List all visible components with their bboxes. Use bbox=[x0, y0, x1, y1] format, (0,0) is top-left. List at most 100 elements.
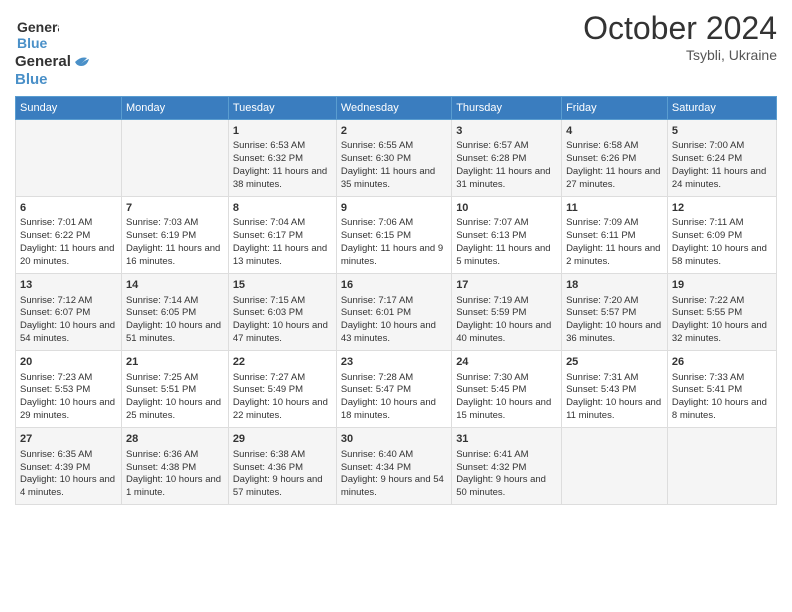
day-info: Sunrise: 7:12 AMSunset: 6:07 PMDaylight:… bbox=[20, 295, 117, 346]
day-cell: 4Sunrise: 6:58 AMSunset: 6:26 PMDaylight… bbox=[562, 119, 668, 196]
col-friday: Friday bbox=[562, 96, 668, 119]
month-title: October 2024 bbox=[583, 10, 777, 47]
day-number: 25 bbox=[566, 355, 663, 370]
day-number: 10 bbox=[456, 201, 557, 216]
day-number: 24 bbox=[456, 355, 557, 370]
day-info: Sunrise: 7:04 AMSunset: 6:17 PMDaylight:… bbox=[233, 217, 332, 268]
day-info: Sunrise: 7:06 AMSunset: 6:15 PMDaylight:… bbox=[341, 217, 447, 268]
day-number: 5 bbox=[672, 124, 772, 139]
day-cell: 26 Sunrise: 7:33 AMSunset: 5:41 PMDayligh… bbox=[667, 350, 776, 427]
day-info: Sunrise: 7:23 AMSunset: 5:53 PMDaylight:… bbox=[20, 372, 117, 423]
day-info: Sunrise: 6:57 AMSunset: 6:28 PMDaylight:… bbox=[456, 140, 557, 191]
day-number: 29 bbox=[233, 432, 332, 447]
svg-text:General: General bbox=[17, 19, 59, 35]
day-cell bbox=[562, 427, 668, 504]
day-number: 4 bbox=[566, 124, 663, 139]
day-cell: 7Sunrise: 7:03 AMSunset: 6:19 PMDaylight… bbox=[121, 196, 228, 273]
day-number: 1 bbox=[233, 124, 332, 139]
day-info: Sunrise: 6:35 AMSunset: 4:39 PMDaylight:… bbox=[20, 449, 117, 500]
week-row-4: 27Sunrise: 6:35 AMSunset: 4:39 PMDayligh… bbox=[16, 427, 777, 504]
col-wednesday: Wednesday bbox=[336, 96, 451, 119]
page-container: General Blue General Blue October 2024 T… bbox=[0, 0, 792, 515]
logo-general: General bbox=[15, 54, 71, 71]
day-info: Sunrise: 7:17 AMSunset: 6:01 PMDaylight:… bbox=[341, 295, 447, 346]
day-cell: 6Sunrise: 7:01 AMSunset: 6:22 PMDaylight… bbox=[16, 196, 122, 273]
day-info: Sunrise: 7:22 AMSunset: 5:55 PMDaylight:… bbox=[672, 295, 772, 346]
day-cell: 3Sunrise: 6:57 AMSunset: 6:28 PMDaylight… bbox=[452, 119, 562, 196]
day-cell: 12Sunrise: 7:11 AMSunset: 6:09 PMDayligh… bbox=[667, 196, 776, 273]
day-number: 26 bbox=[672, 355, 772, 370]
day-number: 30 bbox=[341, 432, 447, 447]
week-row-1: 6Sunrise: 7:01 AMSunset: 6:22 PMDaylight… bbox=[16, 196, 777, 273]
day-number: 28 bbox=[126, 432, 224, 447]
day-number: 9 bbox=[341, 201, 447, 216]
day-cell: 10Sunrise: 7:07 AMSunset: 6:13 PMDayligh… bbox=[452, 196, 562, 273]
day-info: Sunrise: 7:11 AMSunset: 6:09 PMDaylight:… bbox=[672, 217, 772, 268]
day-cell: 18Sunrise: 7:20 AMSunset: 5:57 PMDayligh… bbox=[562, 273, 668, 350]
day-info: Sunrise: 6:38 AMSunset: 4:36 PMDaylight:… bbox=[233, 449, 332, 500]
day-info: Sunrise: 7:01 AMSunset: 6:22 PMDaylight:… bbox=[20, 217, 117, 268]
col-tuesday: Tuesday bbox=[228, 96, 336, 119]
day-info: Sunrise: 7:25 AMSunset: 5:51 PMDaylight:… bbox=[126, 372, 224, 423]
day-number: 2 bbox=[341, 124, 447, 139]
day-cell: 2Sunrise: 6:55 AMSunset: 6:30 PMDaylight… bbox=[336, 119, 451, 196]
day-cell bbox=[16, 119, 122, 196]
day-info: Sunrise: 7:15 AMSunset: 6:03 PMDaylight:… bbox=[233, 295, 332, 346]
day-cell: 1Sunrise: 6:53 AMSunset: 6:32 PMDaylight… bbox=[228, 119, 336, 196]
title-block: October 2024 Tsybli, Ukraine bbox=[583, 10, 777, 63]
day-number: 6 bbox=[20, 201, 117, 216]
day-number: 31 bbox=[456, 432, 557, 447]
day-info: Sunrise: 6:53 AMSunset: 6:32 PMDaylight:… bbox=[233, 140, 332, 191]
day-cell: 27Sunrise: 6:35 AMSunset: 4:39 PMDayligh… bbox=[16, 427, 122, 504]
day-cell: 5Sunrise: 7:00 AMSunset: 6:24 PMDaylight… bbox=[667, 119, 776, 196]
day-cell: 21Sunrise: 7:25 AMSunset: 5:51 PMDayligh… bbox=[121, 350, 228, 427]
week-row-2: 13 Sunrise: 7:12 AMSunset: 6:07 PMDayligh… bbox=[16, 273, 777, 350]
day-cell: 30Sunrise: 6:40 AMSunset: 4:34 PMDayligh… bbox=[336, 427, 451, 504]
day-number: 19 bbox=[672, 278, 772, 293]
day-cell: 22 Sunrise: 7:27 AMSunset: 5:49 PMDayligh… bbox=[228, 350, 336, 427]
day-info: Sunrise: 7:33 AMSunset: 5:41 PMDaylight:… bbox=[672, 372, 772, 423]
day-cell: 17Sunrise: 7:19 AMSunset: 5:59 PMDayligh… bbox=[452, 273, 562, 350]
day-number: 20 bbox=[20, 355, 117, 370]
day-cell: 28 Sunrise: 6:36 AMSunset: 4:38 PMDayligh… bbox=[121, 427, 228, 504]
day-info: Sunrise: 7:03 AMSunset: 6:19 PMDaylight:… bbox=[126, 217, 224, 268]
day-cell: 13 Sunrise: 7:12 AMSunset: 6:07 PMDayligh… bbox=[16, 273, 122, 350]
week-row-3: 20 Sunrise: 7:23 AMSunset: 5:53 PMDayligh… bbox=[16, 350, 777, 427]
day-info: Sunrise: 7:00 AMSunset: 6:24 PMDaylight:… bbox=[672, 140, 772, 191]
day-number: 8 bbox=[233, 201, 332, 216]
calendar-table: Sunday Monday Tuesday Wednesday Thursday… bbox=[15, 96, 777, 505]
day-number: 18 bbox=[566, 278, 663, 293]
svg-text:Blue: Blue bbox=[17, 35, 48, 51]
day-number: 15 bbox=[233, 278, 332, 293]
day-info: Sunrise: 6:55 AMSunset: 6:30 PMDaylight:… bbox=[341, 140, 447, 191]
day-cell: 24 Sunrise: 7:30 AMSunset: 5:45 PMDayligh… bbox=[452, 350, 562, 427]
day-cell: 25 Sunrise: 7:31 AMSunset: 5:43 PMDayligh… bbox=[562, 350, 668, 427]
col-sunday: Sunday bbox=[16, 96, 122, 119]
day-info: Sunrise: 7:30 AMSunset: 5:45 PMDaylight:… bbox=[456, 372, 557, 423]
day-info: Sunrise: 7:31 AMSunset: 5:43 PMDaylight:… bbox=[566, 372, 663, 423]
day-number: 17 bbox=[456, 278, 557, 293]
day-info: Sunrise: 6:36 AMSunset: 4:38 PMDaylight:… bbox=[126, 449, 224, 500]
day-number: 22 bbox=[233, 355, 332, 370]
day-number: 13 bbox=[20, 278, 117, 293]
day-info: Sunrise: 7:27 AMSunset: 5:49 PMDaylight:… bbox=[233, 372, 332, 423]
day-cell: 15 Sunrise: 7:15 AMSunset: 6:03 PMDayligh… bbox=[228, 273, 336, 350]
day-number: 12 bbox=[672, 201, 772, 216]
day-cell bbox=[121, 119, 228, 196]
day-number: 11 bbox=[566, 201, 663, 216]
day-info: Sunrise: 6:58 AMSunset: 6:26 PMDaylight:… bbox=[566, 140, 663, 191]
day-cell: 16Sunrise: 7:17 AMSunset: 6:01 PMDayligh… bbox=[336, 273, 451, 350]
day-info: Sunrise: 7:07 AMSunset: 6:13 PMDaylight:… bbox=[456, 217, 557, 268]
day-cell: 14 Sunrise: 7:14 AMSunset: 6:05 PMDayligh… bbox=[121, 273, 228, 350]
day-info: Sunrise: 7:28 AMSunset: 5:47 PMDaylight:… bbox=[341, 372, 447, 423]
day-number: 23 bbox=[341, 355, 447, 370]
location: Tsybli, Ukraine bbox=[583, 47, 777, 63]
day-info: Sunrise: 7:14 AMSunset: 6:05 PMDaylight:… bbox=[126, 295, 224, 346]
day-cell: 8Sunrise: 7:04 AMSunset: 6:17 PMDaylight… bbox=[228, 196, 336, 273]
day-number: 7 bbox=[126, 201, 224, 216]
day-number: 14 bbox=[126, 278, 224, 293]
logo: General Blue General Blue bbox=[15, 10, 91, 88]
day-info: Sunrise: 6:41 AMSunset: 4:32 PMDaylight:… bbox=[456, 449, 557, 500]
day-cell bbox=[667, 427, 776, 504]
col-thursday: Thursday bbox=[452, 96, 562, 119]
